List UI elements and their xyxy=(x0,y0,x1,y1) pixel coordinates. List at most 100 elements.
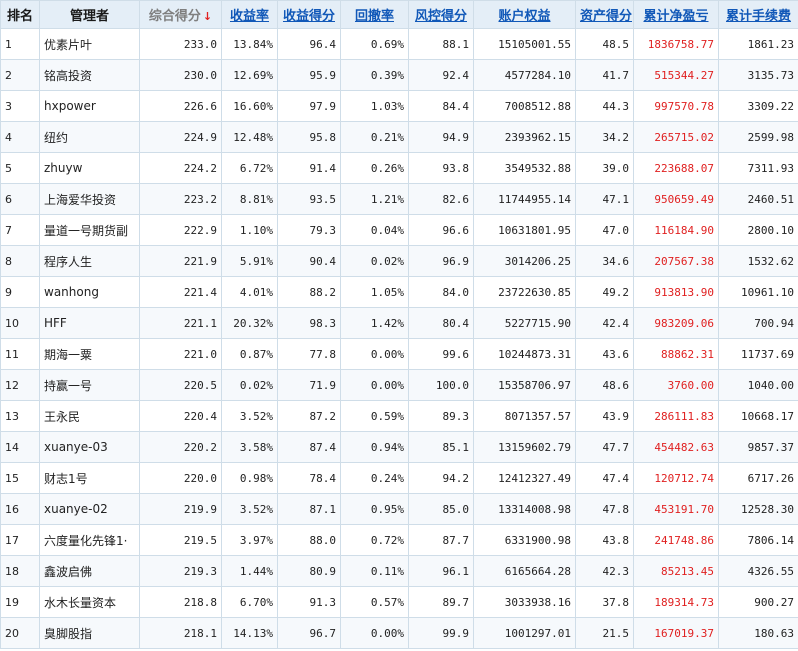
cell-manager: 纽约 xyxy=(39,121,140,153)
cell-asset-score: 37.8 xyxy=(575,586,634,618)
cell-cum-fee: 4326.55 xyxy=(718,555,798,587)
cell-return-rate: 0.87% xyxy=(221,338,278,370)
table-header: 排名 管理者 综合得分 ↓ 收益率 收益得分 回撤率 风控得分 账户权益 资产得分… xyxy=(0,0,798,29)
table-row: 11 期海一粟 221.0 0.87% 77.8 0.00% 99.6 10244873.31… xyxy=(0,338,798,370)
cell-composite-score: 226.6 xyxy=(139,90,222,122)
cell-return-score: 97.9 xyxy=(277,90,341,122)
cell-asset-score: 47.0 xyxy=(575,214,634,246)
cell-return-rate: 1.10% xyxy=(221,214,278,246)
cell-risk-score: 84.0 xyxy=(408,276,474,308)
cell-rank: 14 xyxy=(0,431,40,463)
header-row: 排名 管理者 综合得分 ↓ 收益率 收益得分 回撤率 风控得分 账户权益 资产得分… xyxy=(0,0,798,29)
table-row: 5 zhuyw 224.2 6.72% 91.4 0.26% 93.8 3549532.88 3… xyxy=(0,152,798,184)
cell-manager: hxpower xyxy=(39,90,140,122)
cell-cum-fee: 7311.93 xyxy=(718,152,798,184)
cell-rank: 9 xyxy=(0,276,40,308)
cell-drawdown: 1.21% xyxy=(340,183,409,215)
cell-asset-score: 39.0 xyxy=(575,152,634,184)
cell-cum-fee: 2800.10 xyxy=(718,214,798,246)
table-row: 15 财志1号 220.0 0.98% 78.4 0.24% 94.2 12412327.49… xyxy=(0,462,798,494)
cell-return-rate: 3.58% xyxy=(221,431,278,463)
cell-composite-score: 221.0 xyxy=(139,338,222,370)
col-header-drawdown[interactable]: 回撤率 xyxy=(340,0,409,29)
cell-asset-score: 43.8 xyxy=(575,524,634,556)
col-header-asset-score[interactable]: 资产得分 xyxy=(575,0,634,29)
cell-return-score: 77.8 xyxy=(277,338,341,370)
cell-return-score: 71.9 xyxy=(277,369,341,401)
cell-cum-fee: 3309.22 xyxy=(718,90,798,122)
cell-composite-score: 218.8 xyxy=(139,586,222,618)
col-header-composite-score[interactable]: 综合得分 ↓ xyxy=(139,0,222,29)
cell-risk-score: 85.1 xyxy=(408,431,474,463)
cell-cum-fee: 11737.69 xyxy=(718,338,798,370)
cell-risk-score: 85.0 xyxy=(408,493,474,525)
cell-equity: 3014206.25 xyxy=(473,245,576,277)
cell-rank: 11 xyxy=(0,338,40,370)
col-header-equity[interactable]: 账户权益 xyxy=(473,0,576,29)
cell-drawdown: 0.26% xyxy=(340,152,409,184)
cell-rank: 13 xyxy=(0,400,40,432)
cell-drawdown: 0.94% xyxy=(340,431,409,463)
table-row: 3 hxpower 226.6 16.60% 97.9 1.03% 84.4 7008512.… xyxy=(0,90,798,122)
cell-drawdown: 0.59% xyxy=(340,400,409,432)
col-header-return-score[interactable]: 收益得分 xyxy=(277,0,341,29)
cell-drawdown: 0.00% xyxy=(340,338,409,370)
cell-equity: 2393962.15 xyxy=(473,121,576,153)
cell-equity: 3033938.16 xyxy=(473,586,576,618)
cell-equity: 23722630.85 xyxy=(473,276,576,308)
col-header-risk-score[interactable]: 风控得分 xyxy=(408,0,474,29)
cell-asset-score: 48.6 xyxy=(575,369,634,401)
cell-composite-score: 219.9 xyxy=(139,493,222,525)
cell-drawdown: 0.11% xyxy=(340,555,409,587)
cell-cum-fee: 180.63 xyxy=(718,617,798,649)
cell-equity: 13159602.79 xyxy=(473,431,576,463)
cell-risk-score: 80.4 xyxy=(408,307,474,339)
cell-return-score: 91.3 xyxy=(277,586,341,618)
cell-risk-score: 94.2 xyxy=(408,462,474,494)
cell-composite-score: 230.0 xyxy=(139,59,222,91)
cell-drawdown: 0.24% xyxy=(340,462,409,494)
cell-asset-score: 47.7 xyxy=(575,431,634,463)
cell-return-score: 93.5 xyxy=(277,183,341,215)
cell-cum-pnl: 167019.37 xyxy=(633,617,719,649)
col-header-composite-label: 综合得分 xyxy=(148,9,201,24)
cell-manager: zhuyw xyxy=(39,152,140,184)
cell-rank: 10 xyxy=(0,307,40,339)
cell-return-rate: 6.70% xyxy=(221,586,278,618)
col-header-cum-pnl[interactable]: 累计净盈亏 xyxy=(633,0,719,29)
cell-cum-pnl: 265715.02 xyxy=(633,121,719,153)
col-header-cum-fee[interactable]: 累计手续费 xyxy=(718,0,798,29)
cell-return-rate: 13.84% xyxy=(221,28,278,60)
cell-return-rate: 3.97% xyxy=(221,524,278,556)
cell-rank: 12 xyxy=(0,369,40,401)
cell-cum-fee: 10961.10 xyxy=(718,276,798,308)
col-header-return-rate[interactable]: 收益率 xyxy=(221,0,278,29)
cell-risk-score: 93.8 xyxy=(408,152,474,184)
cell-return-rate: 5.91% xyxy=(221,245,278,277)
cell-manager: xuanye-03 xyxy=(39,431,140,463)
table-row: 16 xuanye-02 219.9 3.52% 87.1 0.95% 85.0 133140… xyxy=(0,493,798,525)
cell-equity: 5227715.90 xyxy=(473,307,576,339)
cell-drawdown: 0.95% xyxy=(340,493,409,525)
cell-return-rate: 8.81% xyxy=(221,183,278,215)
cell-cum-fee: 7806.14 xyxy=(718,524,798,556)
cell-drawdown: 0.02% xyxy=(340,245,409,277)
cell-equity: 15358706.97 xyxy=(473,369,576,401)
table-row: 4 纽约 224.9 12.48% 95.8 0.21% 94.9 2393962.15 34.… xyxy=(0,121,798,153)
cell-rank: 19 xyxy=(0,586,40,618)
cell-return-rate: 4.01% xyxy=(221,276,278,308)
cell-manager: 持赢一号 xyxy=(39,369,140,401)
cell-drawdown: 1.42% xyxy=(340,307,409,339)
cell-composite-score: 220.5 xyxy=(139,369,222,401)
cell-cum-fee: 700.94 xyxy=(718,307,798,339)
cell-manager: HFF xyxy=(39,307,140,339)
cell-rank: 2 xyxy=(0,59,40,91)
cell-composite-score: 221.1 xyxy=(139,307,222,339)
table-row: 12 持赢一号 220.5 0.02% 71.9 0.00% 100.0 15358706.9… xyxy=(0,369,798,401)
cell-cum-pnl: 950659.49 xyxy=(633,183,719,215)
cell-equity: 3549532.88 xyxy=(473,152,576,184)
cell-composite-score: 219.5 xyxy=(139,524,222,556)
cell-cum-fee: 12528.30 xyxy=(718,493,798,525)
cell-drawdown: 1.03% xyxy=(340,90,409,122)
cell-return-score: 87.4 xyxy=(277,431,341,463)
